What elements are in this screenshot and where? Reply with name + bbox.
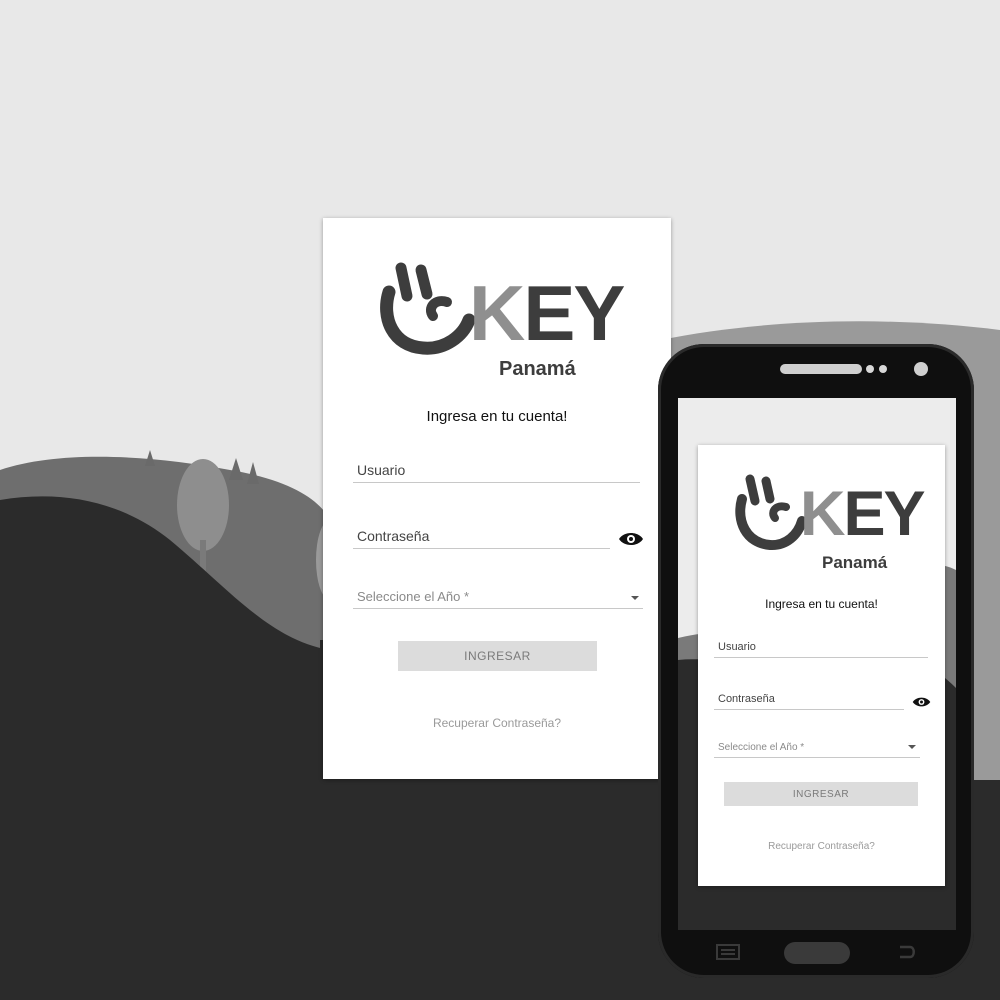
phone-sensor-dot: [866, 365, 874, 373]
ingresar-button[interactable]: INGRESAR: [724, 782, 918, 806]
logo-letter-k: K: [469, 269, 525, 357]
year-select-label: Seleccione el Año *: [357, 589, 470, 604]
caret-down-icon: [908, 745, 916, 749]
desktop-login-card: KEY Panamá Ingresa en tu cuenta! Usuario…: [323, 218, 671, 779]
year-select-label: Seleccione el Año *: [718, 742, 805, 753]
caret-down-icon: [631, 596, 639, 600]
password-label: Contraseña: [357, 528, 430, 544]
eye-icon[interactable]: [618, 530, 644, 548]
phone-speaker: [780, 364, 862, 374]
recover-password-link[interactable]: Recuperar Contraseña?: [323, 716, 671, 730]
phone-camera: [914, 362, 928, 376]
okey-logo: KEY Panamá: [323, 258, 671, 388]
year-select[interactable]: Seleccione el Año *: [714, 735, 920, 758]
username-field[interactable]: Usuario: [353, 456, 640, 483]
logo-wordmark: KEY: [469, 274, 625, 352]
username-label: Usuario: [718, 641, 756, 653]
okey-logo-mobile: KEY Panamá: [698, 471, 945, 576]
home-button[interactable]: [784, 942, 850, 964]
ingresar-button[interactable]: INGRESAR: [398, 641, 597, 671]
mobile-login-card: KEY Panamá Ingresa en tu cuenta! Usuario…: [698, 445, 945, 886]
password-field[interactable]: Contraseña: [714, 687, 904, 710]
recover-password-link[interactable]: Recuperar Contraseña?: [698, 841, 945, 852]
logo-subtitle: Panamá: [822, 553, 888, 572]
username-label: Usuario: [357, 462, 406, 478]
login-subtitle: Ingresa en tu cuenta!: [765, 597, 878, 611]
back-icon[interactable]: [896, 944, 918, 960]
login-subtitle: Ingresa en tu cuenta!: [426, 408, 568, 425]
phone-sensor-dot: [879, 365, 887, 373]
eye-icon[interactable]: [912, 695, 931, 709]
logo-letters-ey: EY: [523, 269, 625, 357]
year-select[interactable]: Seleccione el Año *: [353, 582, 643, 609]
logo-subtitle: Panamá: [499, 358, 576, 380]
logo-letters-ey: EY: [843, 479, 926, 549]
logo-wordmark: KEY: [800, 483, 926, 546]
menu-icon[interactable]: [716, 944, 740, 960]
password-label: Contraseña: [718, 693, 775, 705]
password-field[interactable]: Contraseña: [353, 522, 610, 549]
logo-letter-k: K: [800, 479, 845, 549]
username-field[interactable]: Usuario: [714, 635, 928, 658]
